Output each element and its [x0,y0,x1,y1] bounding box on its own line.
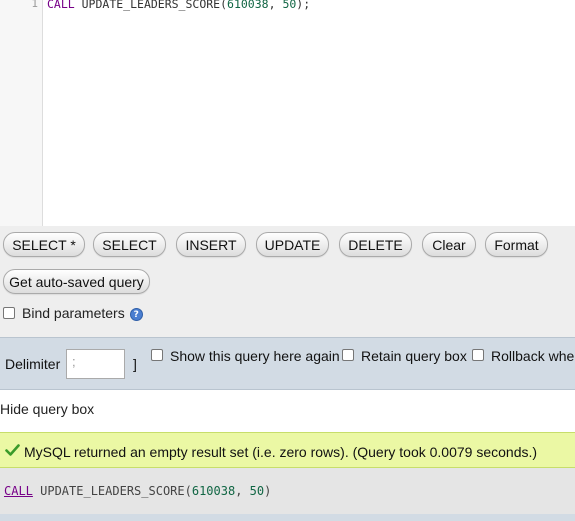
sql-editor[interactable]: 1 CALL UPDATE_LEADERS_SCORE(610038, 50); [0,0,575,226]
show-query-checkbox[interactable] [151,349,163,361]
rollback-label: Rollback when [491,348,575,364]
delimiter-bracket: ] [133,356,137,372]
code-separator: , [268,0,283,11]
get-autosaved-query-button[interactable]: Get auto-saved query [3,269,150,294]
sql-procedure: UPDATE_LEADERS_SCORE( [32,484,192,498]
sql-separator: , [235,484,250,498]
bind-parameters-label: Bind parameters [22,305,125,321]
success-text: MySQL returned an empty result set (i.e.… [24,444,538,460]
check-icon [5,444,20,456]
sql-arg-2: 50 [249,484,265,498]
retain-query-box-checkbox[interactable] [342,349,354,361]
select-star-button[interactable]: SELECT * [3,232,85,257]
delimiter-input[interactable]: ; [66,349,125,379]
sql-keyword-link[interactable]: CALL [4,484,33,498]
delete-button[interactable]: DELETE [339,232,412,257]
clear-button[interactable]: Clear [422,232,476,257]
line-gutter: 1 [0,0,43,226]
line-number: 1 [31,0,38,10]
success-message: MySQL returned an empty result set (i.e.… [0,432,575,468]
code-arg-2: 50 [282,0,297,11]
format-button[interactable]: Format [485,232,548,257]
bind-parameters-row: Bind parameters ? [3,305,143,321]
query-options-bar: Delimiter ; ] Show this query here again… [0,337,575,390]
code-procedure: UPDATE_LEADERS_SCORE( [74,0,228,11]
sql-arg-1: 610038 [191,484,236,498]
code-line[interactable]: CALL UPDATE_LEADERS_SCORE(610038, 50); [47,0,310,11]
rollback-checkbox[interactable] [472,349,484,361]
code-arg-1: 610038 [227,0,269,11]
code-keyword: CALL [47,0,75,11]
retain-query-box-label: Retain query box [361,348,467,364]
bind-parameters-checkbox[interactable] [3,307,15,319]
show-query-label: Show this query here again [170,348,340,364]
hide-query-box-link[interactable]: Hide query box [0,401,94,417]
select-button[interactable]: SELECT [93,232,166,257]
code-end: ); [296,0,311,11]
sql-end: ) [264,484,272,498]
executed-sql: CALL UPDATE_LEADERS_SCORE(610038, 50) [4,484,271,498]
query-toolbar: SELECT * SELECT INSERT UPDATE DELETE Cle… [0,226,575,337]
help-icon[interactable]: ? [129,308,143,321]
insert-button[interactable]: INSERT [176,232,246,257]
update-button[interactable]: UPDATE [256,232,329,257]
delimiter-label: Delimiter [5,356,61,372]
sql-box-footer [0,514,575,521]
